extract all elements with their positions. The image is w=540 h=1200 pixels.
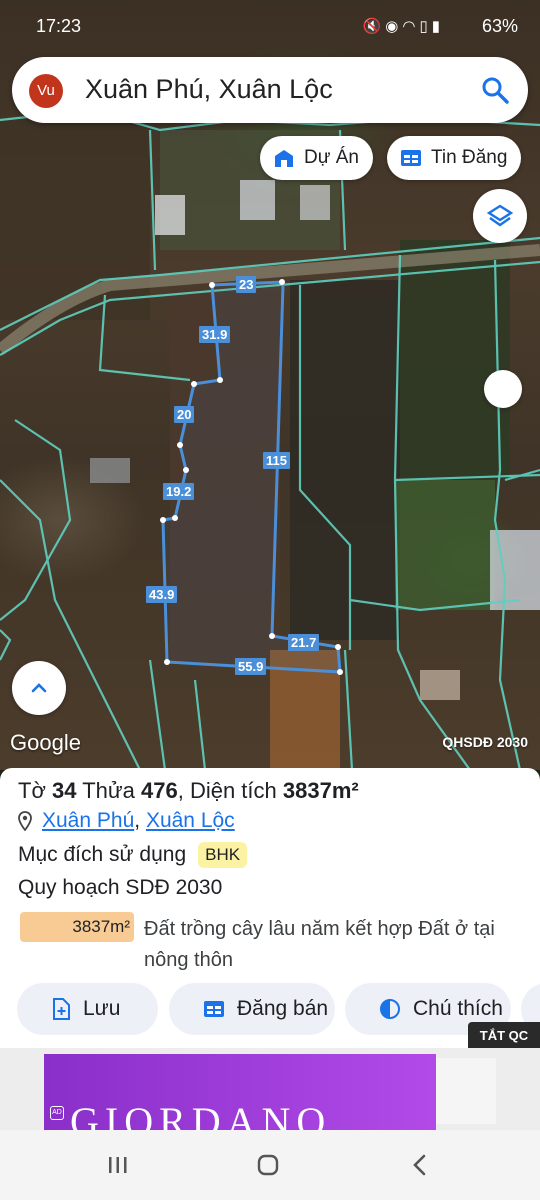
purpose-label: Mục đích sử dụng [18, 843, 187, 866]
purpose-badge: BHK [198, 842, 248, 868]
du-an-button[interactable]: Dự Án [260, 136, 373, 180]
dien-tich-label: Diện tích [189, 778, 277, 803]
parcel-title: Tờ 34 Thửa 476, Diện tích 3837m² [18, 778, 359, 803]
status-icons: 🔇◉◠▯▮ [363, 17, 444, 35]
close-ad-button[interactable]: TẮT QC [468, 1022, 540, 1050]
post-sale-button[interactable]: Đăng bán [169, 983, 335, 1035]
contrast-icon [380, 999, 400, 1019]
save-label: Lưu [83, 997, 121, 1020]
plan-title: Quy hoạch SDĐ 2030 [18, 876, 223, 899]
mute-icon: 🔇 [362, 18, 386, 35]
edge-length-label: 31.9 [199, 326, 231, 343]
back-button[interactable] [400, 1150, 440, 1180]
edge-length-label: 115 [263, 452, 290, 469]
recents-button[interactable] [98, 1150, 138, 1180]
home-button[interactable] [248, 1150, 288, 1180]
district-link[interactable]: Xuân Lộc [146, 809, 235, 832]
floating-dot-button[interactable] [484, 370, 522, 408]
edge-length-label: 55.9 [235, 658, 267, 675]
location-pin-icon [18, 811, 32, 831]
battery-level: 63% [481, 16, 518, 36]
google-logo: Google [10, 730, 81, 755]
edge-length-label: 23 [236, 276, 257, 293]
du-an-label: Dự Án [304, 147, 359, 168]
plan-layer-label: QHSDĐ 2030 [442, 734, 528, 750]
ad-brand-text: GIORDANO [70, 1099, 332, 1130]
layers-button[interactable] [473, 189, 527, 243]
ad-banner[interactable]: AD GIORDANO [0, 1048, 540, 1130]
search-icon[interactable] [480, 75, 510, 105]
listing-icon [204, 1001, 224, 1017]
edge-length-label: 19.2 [163, 483, 195, 500]
ward-link[interactable]: Xuân Phú [42, 809, 134, 832]
parcel-location: Xuân Phú, Xuân Lộc [18, 809, 235, 833]
edge-length-label: 43.9 [146, 586, 178, 603]
edge-length-label: 21.7 [288, 634, 320, 651]
recents-icon [109, 1157, 127, 1173]
land-use-row: Mục đích sử dụng BHK [18, 842, 248, 868]
tin-dang-button[interactable]: Tin Đăng [387, 136, 522, 180]
status-time: 17:23 [36, 16, 82, 36]
listing-icon [401, 150, 421, 166]
parcel-info-sheet: Tờ 34 Thửa 476, Diện tích 3837m² Xuân Ph… [0, 768, 540, 1050]
edge-length-label: 20 [174, 406, 195, 423]
location-icon: ◉ [385, 18, 403, 35]
thua-value: 476 [140, 778, 178, 803]
post-sale-label: Đăng bán [237, 997, 329, 1020]
dien-tich-value: 3837m² [282, 778, 359, 803]
ad-choices-icon[interactable]: AD [50, 1106, 64, 1120]
tin-dang-label: Tin Đăng [431, 147, 508, 168]
file-add-icon [53, 998, 70, 1020]
signal-icon: ▮ [431, 18, 444, 35]
search-query[interactable]: Xuân Phú, Xuân Lộc [85, 74, 333, 105]
status-bar: 17:23 🔇◉◠▯▮ 63% [0, 0, 540, 52]
save-button[interactable]: Lưu [17, 983, 158, 1035]
back-icon [413, 1154, 426, 1176]
layers-icon [486, 204, 514, 227]
avatar[interactable]: Vu [29, 74, 63, 108]
map-view[interactable]: 23 31.9 20 19.2 43.9 115 21.7 55.9 17:23… [0, 0, 540, 770]
to-value: 34 [52, 778, 77, 803]
volte-icon: ▯ [419, 18, 432, 35]
thua-label: Thửa [82, 778, 135, 803]
system-nav-bar [0, 1130, 540, 1200]
search-bar[interactable]: Vu Xuân Phú, Xuân Lộc [12, 57, 528, 123]
expand-sheet-button[interactable] [12, 661, 66, 715]
ad-side-panel [436, 1058, 496, 1124]
location-separator: , [134, 809, 141, 832]
home-icon [257, 1154, 279, 1176]
wifi-icon: ◠ [402, 18, 420, 35]
ad-creative[interactable]: AD GIORDANO [44, 1054, 436, 1130]
chevron-up-icon [31, 683, 47, 693]
plan-area-chip: 3837m² [20, 912, 134, 942]
plan-description: Đất trồng cây lâu năm kết hợp Đất ở tại … [144, 918, 495, 971]
legend-label: Chú thích [413, 997, 503, 1020]
building-icon [275, 150, 293, 167]
to-label: Tờ [18, 778, 46, 803]
